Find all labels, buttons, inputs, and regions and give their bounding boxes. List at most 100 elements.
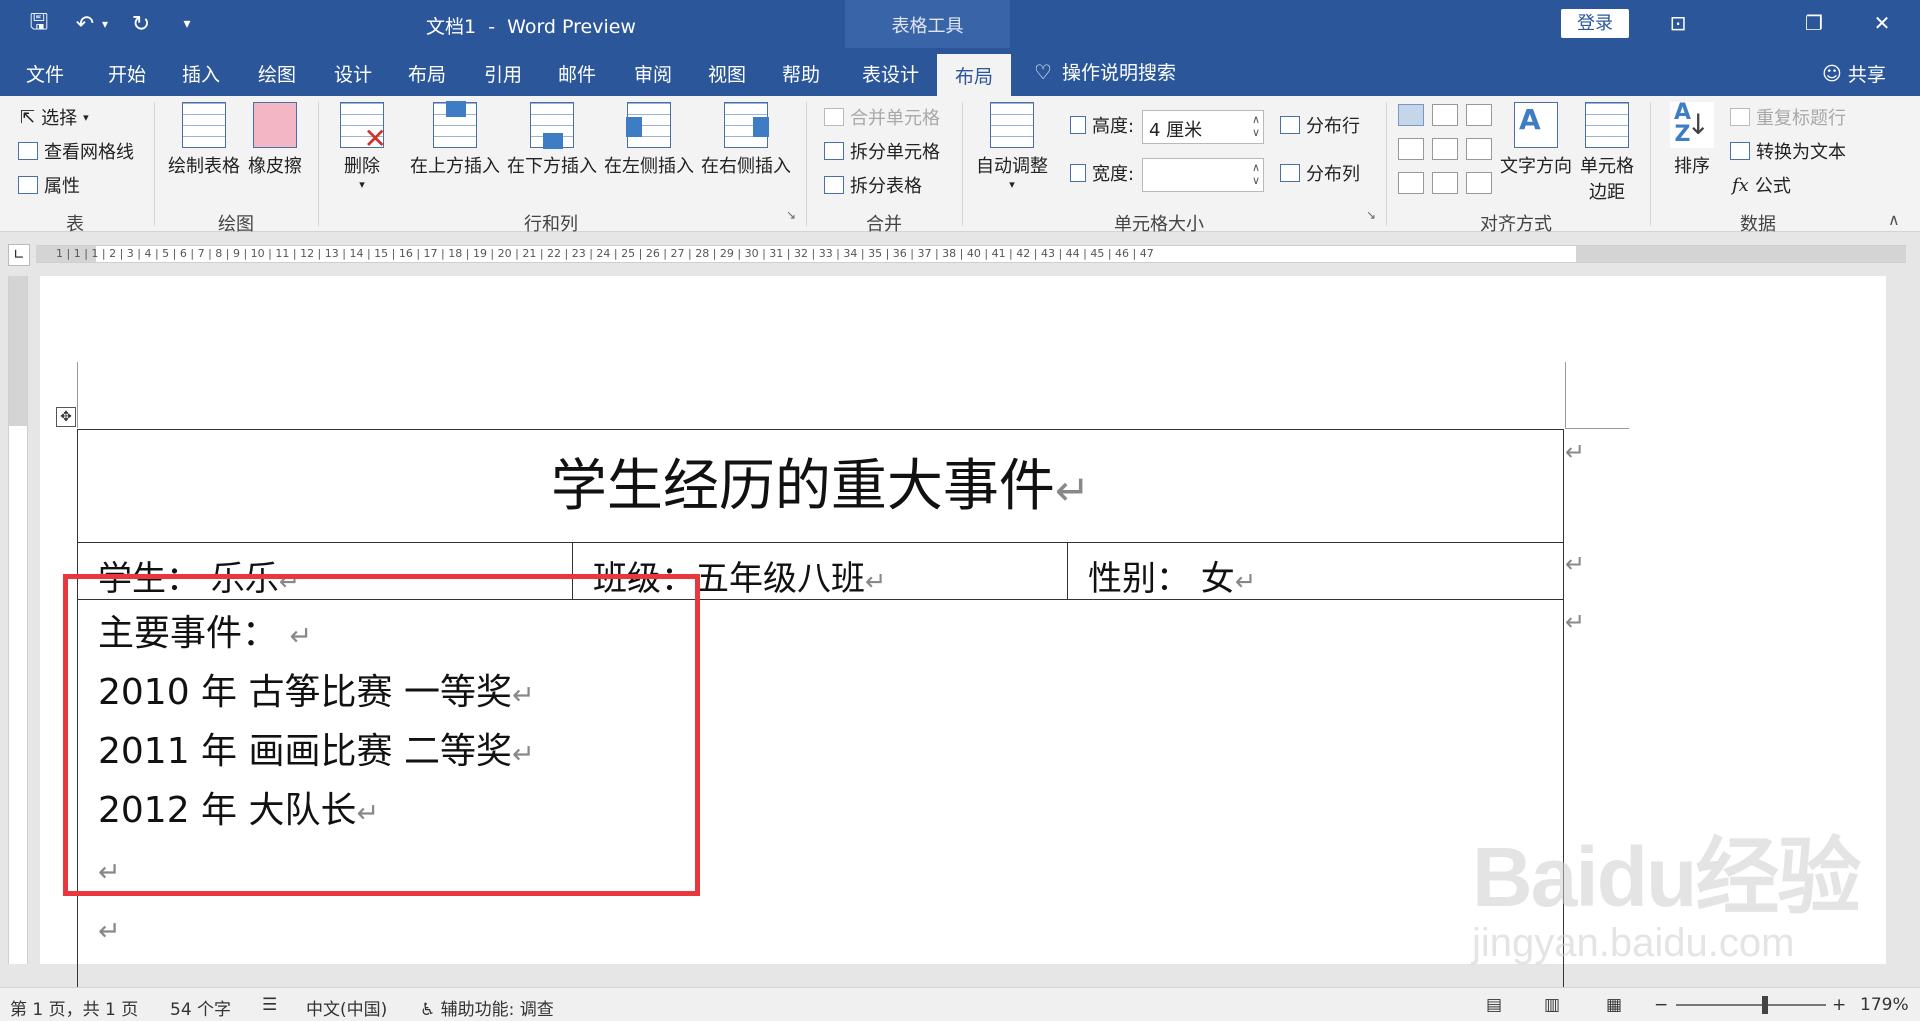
tab-insert[interactable]: 插入	[182, 60, 220, 87]
insert-above-button[interactable]: 在上方插入	[410, 101, 500, 178]
spin-arrows-icon[interactable]: ∧ ∨	[1252, 161, 1260, 187]
zoom-out-icon[interactable]: −	[1654, 995, 1668, 1015]
insert-right-button[interactable]: 在右侧插入	[701, 102, 791, 178]
insert-left-button[interactable]: 在左侧插入	[604, 102, 694, 178]
tab-review[interactable]: 审阅	[634, 60, 672, 87]
column-width-input[interactable]: ∧ ∨	[1142, 158, 1264, 192]
undo-dropdown-icon[interactable]: ▾	[98, 8, 112, 40]
row-height-value: 4 厘米	[1149, 120, 1203, 141]
tab-mailings[interactable]: 邮件	[558, 60, 596, 87]
close-icon[interactable]: ✕	[1862, 8, 1902, 38]
delete-button[interactable]: ✕ 删除 ▾	[340, 102, 387, 191]
split-cells-button[interactable]: 拆分单元格	[824, 138, 940, 164]
horizontal-ruler[interactable]: 1 | 1 | 1 | 2 | 3 | 4 | 5 | 6 | 7 | 8 | …	[36, 245, 1906, 263]
document-title: 文档1 - Word Preview	[426, 12, 636, 39]
redo-icon[interactable]: ↻	[124, 8, 158, 40]
tab-selector-icon[interactable]: ∟	[8, 244, 30, 266]
zoom-in-icon[interactable]: +	[1832, 995, 1846, 1015]
align-top-left-icon[interactable]	[1398, 104, 1424, 126]
customize-toolbar-icon[interactable]: ▾	[170, 8, 204, 40]
language-status[interactable]: 中文(中国)	[306, 995, 387, 1020]
view-gridlines-button[interactable]: 查看网格线	[18, 138, 134, 164]
web-layout-icon[interactable]: ▦	[1606, 995, 1622, 1015]
convert-to-text-label: 转换为文本	[1756, 142, 1846, 163]
vertical-ruler[interactable]	[8, 276, 28, 964]
tab-view[interactable]: 视图	[708, 60, 746, 87]
autofit-button[interactable]: 自动调整 ▾	[976, 102, 1048, 191]
formula-button[interactable]: fx 公式	[1732, 172, 1791, 198]
align-center-right-icon[interactable]	[1466, 138, 1492, 160]
tab-home[interactable]: 开始	[108, 60, 146, 87]
cursor-icon: ⇱	[20, 106, 36, 128]
spin-arrows-icon[interactable]: ∧ ∨	[1252, 113, 1260, 139]
insert-below-button[interactable]: 在下方插入	[507, 102, 597, 178]
undo-icon[interactable]: ↶	[68, 8, 102, 40]
row-height-icon	[1070, 116, 1086, 134]
distribute-cols-button[interactable]: 分布列	[1280, 160, 1360, 186]
cell-size-launcher-icon[interactable]: ↘	[1366, 208, 1376, 222]
tab-references[interactable]: 引用	[484, 60, 522, 87]
align-center-left-icon[interactable]	[1398, 138, 1424, 160]
split-cells-label: 拆分单元格	[850, 142, 940, 163]
zoom-slider[interactable]	[1676, 1004, 1826, 1006]
merge-cells-button[interactable]: 合并单元格	[824, 104, 940, 130]
align-top-center-icon[interactable]	[1432, 104, 1458, 126]
table-title-cell[interactable]: 学生经历的重大事件↵	[78, 430, 1563, 543]
proofing-icon[interactable]: ☰	[262, 995, 277, 1015]
align-bottom-center-icon[interactable]	[1432, 172, 1458, 194]
convert-to-text-icon	[1730, 142, 1750, 160]
text-direction-button[interactable]: A 文字方向	[1500, 102, 1572, 178]
split-table-button[interactable]: 拆分表格	[824, 172, 922, 198]
eraser-button[interactable]: 橡皮擦	[248, 102, 302, 178]
align-center-icon[interactable]	[1432, 138, 1458, 160]
insert-left-label: 在左侧插入	[604, 156, 694, 177]
text-direction-icon: A	[1514, 102, 1558, 148]
text-direction-label: 文字方向	[1500, 156, 1572, 177]
convert-to-text-button[interactable]: 转换为文本	[1730, 138, 1846, 164]
gender-text: 性别： 女	[1088, 559, 1235, 599]
tab-help[interactable]: 帮助	[782, 60, 820, 87]
word-count[interactable]: 54 个字	[170, 995, 231, 1020]
distribute-cols-icon	[1280, 164, 1300, 182]
insert-right-label: 在右侧插入	[701, 156, 791, 177]
rows-columns-launcher-icon[interactable]: ↘	[786, 208, 796, 222]
login-button[interactable]: 登录	[1561, 9, 1629, 38]
height-label: 高度:	[1070, 112, 1134, 138]
save-icon[interactable]: 🖫	[22, 8, 56, 40]
tab-table-layout[interactable]: 布局	[937, 54, 1012, 96]
align-bottom-left-icon[interactable]	[1398, 172, 1424, 194]
distribute-rows-button[interactable]: 分布行	[1280, 112, 1360, 138]
properties-button[interactable]: 属性	[18, 172, 80, 198]
tab-draw[interactable]: 绘图	[258, 60, 296, 87]
align-top-right-icon[interactable]	[1466, 104, 1492, 126]
ribbon-display-icon[interactable]: ⊡	[1658, 8, 1698, 38]
select-button[interactable]: ⇱ 选择 ▾	[20, 104, 89, 130]
tab-design[interactable]: 设计	[334, 60, 372, 87]
repeat-header-button[interactable]: 重复标题行	[1730, 104, 1846, 130]
properties-icon	[18, 176, 38, 194]
gender-cell[interactable]: 性别： 女↵	[1068, 543, 1563, 600]
align-bottom-right-icon[interactable]	[1466, 172, 1492, 194]
cell-margins-button[interactable]: 单元格 边距	[1580, 102, 1634, 204]
tell-me-search[interactable]: ♡ 操作说明搜索	[1034, 58, 1176, 85]
tab-page-layout[interactable]: 布局	[408, 60, 446, 87]
sort-button[interactable]: A Z ↓ 排序	[1670, 102, 1714, 178]
tab-table-design[interactable]: 表设计	[862, 60, 919, 87]
zoom-level[interactable]: 179%	[1860, 995, 1909, 1015]
draw-table-button[interactable]: 绘制表格	[168, 102, 240, 178]
accessibility-status[interactable]: ♿ 辅助功能: 调查	[420, 995, 554, 1020]
read-mode-icon[interactable]: ▤	[1486, 995, 1502, 1015]
end-of-row-mark: ↵	[1565, 438, 1586, 466]
row-height-input[interactable]: 4 厘米 ∧ ∨	[1142, 110, 1264, 144]
collapse-ribbon-icon[interactable]: ∧	[1888, 210, 1900, 229]
restore-icon[interactable]: ❐	[1794, 8, 1834, 38]
page-count[interactable]: 第 1 页，共 1 页	[10, 995, 138, 1020]
paragraph-mark: ↵	[1054, 466, 1091, 515]
table-move-handle-icon[interactable]: ✥	[56, 407, 76, 427]
share-button[interactable]: ☺ 共享	[1822, 60, 1886, 87]
print-layout-icon[interactable]: ▥	[1544, 995, 1560, 1015]
zoom-slider-thumb[interactable]	[1762, 996, 1768, 1014]
fx-icon: fx	[1732, 174, 1749, 196]
paragraph-mark: ↵	[1234, 567, 1257, 597]
tab-file[interactable]: 文件	[26, 60, 64, 87]
